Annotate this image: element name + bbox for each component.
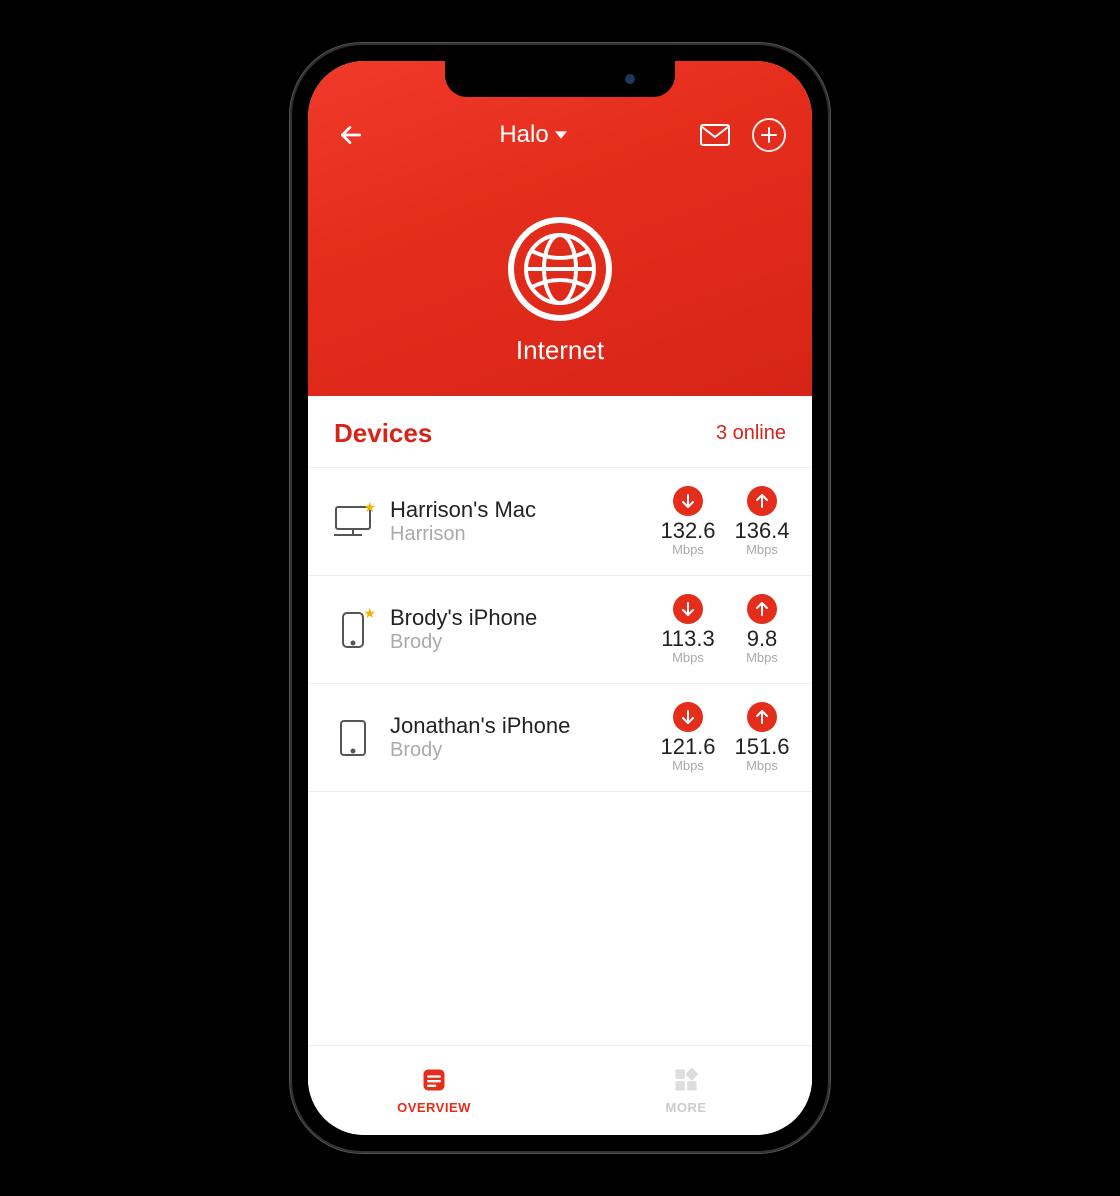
upload-speed: 136.4Mbps: [730, 486, 794, 557]
devices-online-count[interactable]: 3 online: [716, 422, 786, 445]
upload-speed: 151.6Mbps: [730, 702, 794, 773]
notch: [445, 61, 675, 97]
bottom-nav: OVERVIEW MORE: [308, 1045, 812, 1135]
device-names: Jonathan's iPhoneBrody: [390, 713, 642, 762]
download-value: 121.6: [656, 736, 720, 758]
device-type-icon: ★: [330, 611, 376, 649]
screen: Halo: [308, 61, 812, 1135]
devices-title: Devices: [334, 418, 432, 449]
device-name: Brody's iPhone: [390, 605, 642, 631]
network-selector[interactable]: Halo: [499, 121, 566, 149]
device-owner: Brody: [390, 739, 642, 762]
download-unit: Mbps: [656, 758, 720, 773]
device-name: Harrison's Mac: [390, 497, 642, 523]
device-speeds: 132.6Mbps136.4Mbps: [656, 486, 794, 557]
plus-icon: [761, 127, 777, 143]
add-button[interactable]: [752, 118, 786, 152]
upload-unit: Mbps: [730, 758, 794, 773]
download-icon: [673, 594, 703, 624]
device-names: Brody's iPhoneBrody: [390, 605, 642, 654]
tab-label: OVERVIEW: [397, 1100, 471, 1115]
overview-icon: [420, 1066, 448, 1094]
phone-frame: Halo: [290, 43, 830, 1153]
device-type-icon: ★: [330, 505, 376, 539]
download-unit: Mbps: [656, 542, 720, 557]
more-icon: [672, 1066, 700, 1094]
upload-value: 151.6: [730, 736, 794, 758]
header: Halo: [308, 61, 812, 396]
globe-icon: [508, 217, 612, 321]
upload-icon: [747, 594, 777, 624]
device-row[interactable]: ★Harrison's MacHarrison132.6Mbps136.4Mbp…: [308, 467, 812, 576]
upload-unit: Mbps: [730, 542, 794, 557]
download-unit: Mbps: [656, 650, 720, 665]
upload-value: 136.4: [730, 520, 794, 542]
back-button[interactable]: [334, 118, 368, 152]
tab-label: MORE: [666, 1100, 707, 1115]
download-speed: 113.3Mbps: [656, 594, 720, 665]
download-speed: 121.6Mbps: [656, 702, 720, 773]
device-row[interactable]: Jonathan's iPhoneBrody121.6Mbps151.6Mbps: [308, 684, 812, 792]
internet-label: Internet: [516, 335, 604, 366]
tab-more[interactable]: MORE: [560, 1046, 812, 1135]
network-name: Halo: [499, 121, 548, 149]
upload-value: 9.8: [730, 628, 794, 650]
device-type-icon: [330, 719, 376, 757]
device-list: ★Harrison's MacHarrison132.6Mbps136.4Mbp…: [308, 467, 812, 1045]
upload-icon: [747, 486, 777, 516]
star-icon: ★: [363, 605, 376, 622]
arrow-left-icon: [338, 122, 364, 148]
device-speeds: 113.3Mbps9.8Mbps: [656, 594, 794, 665]
mail-icon: [700, 124, 730, 146]
device-names: Harrison's MacHarrison: [390, 497, 642, 546]
tab-overview[interactable]: OVERVIEW: [308, 1046, 560, 1135]
internet-status[interactable]: Internet: [508, 217, 612, 366]
download-icon: [673, 486, 703, 516]
download-icon: [673, 702, 703, 732]
device-owner: Harrison: [390, 523, 642, 546]
download-value: 113.3: [656, 628, 720, 650]
download-value: 132.6: [656, 520, 720, 542]
caret-down-icon: [555, 129, 567, 141]
star-icon: ★: [363, 499, 376, 516]
device-owner: Brody: [390, 631, 642, 654]
devices-header: Devices 3 online: [308, 396, 812, 467]
device-row[interactable]: ★Brody's iPhoneBrody113.3Mbps9.8Mbps: [308, 576, 812, 684]
download-speed: 132.6Mbps: [656, 486, 720, 557]
upload-speed: 9.8Mbps: [730, 594, 794, 665]
device-name: Jonathan's iPhone: [390, 713, 642, 739]
topbar: Halo: [308, 113, 812, 157]
upload-unit: Mbps: [730, 650, 794, 665]
upload-icon: [747, 702, 777, 732]
messages-button[interactable]: [698, 118, 732, 152]
device-speeds: 121.6Mbps151.6Mbps: [656, 702, 794, 773]
